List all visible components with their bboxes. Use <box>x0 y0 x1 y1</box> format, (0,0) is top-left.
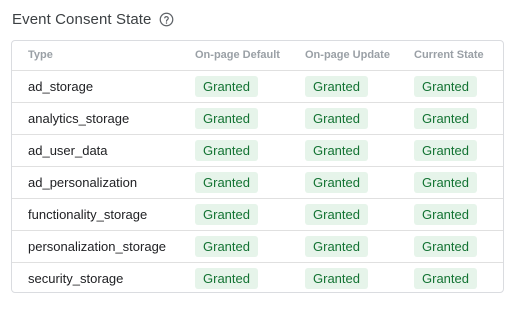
current-state-badge: Granted <box>414 139 477 161</box>
current-state-cell: Granted <box>414 165 503 198</box>
update-state-cell: Granted <box>305 69 414 102</box>
default-state-cell: Granted <box>195 69 305 102</box>
default-state-cell: Granted <box>195 133 305 166</box>
current-state-badge: Granted <box>414 203 477 225</box>
default-state-badge: Granted <box>195 203 258 225</box>
current-state-badge: Granted <box>414 75 477 97</box>
column-header-type: Type <box>28 49 53 62</box>
column-header-current: Current State <box>414 49 484 62</box>
current-state-cell: Granted <box>414 101 503 134</box>
update-state-cell: Granted <box>305 229 414 262</box>
panel-title: Event Consent State <box>12 10 152 28</box>
table-header-row: Type On-page Default On-page Update Curr… <box>12 41 503 70</box>
current-state-cell: Granted <box>414 133 503 166</box>
current-state-cell: Granted <box>414 69 503 102</box>
help-icon[interactable] <box>159 12 174 27</box>
table-row: ad_personalization Granted Granted Granted <box>12 165 503 198</box>
consent-type-cell: ad_storage <box>12 69 195 102</box>
default-state-badge: Granted <box>195 267 258 289</box>
current-state-cell: Granted <box>414 261 503 292</box>
current-state-badge: Granted <box>414 107 477 129</box>
consent-table-card: Type On-page Default On-page Update Curr… <box>11 40 504 293</box>
default-state-badge: Granted <box>195 235 258 257</box>
default-state-cell: Granted <box>195 165 305 198</box>
default-state-cell: Granted <box>195 101 305 134</box>
update-state-cell: Granted <box>305 261 414 292</box>
update-state-badge: Granted <box>305 203 368 225</box>
default-state-cell: Granted <box>195 229 305 262</box>
update-state-cell: Granted <box>305 101 414 134</box>
table-row: functionality_storage Granted Granted Grant… <box>12 197 503 230</box>
consent-type-cell: security_storage <box>12 261 195 292</box>
default-state-badge: Granted <box>195 107 258 129</box>
panel-header: Event Consent State <box>12 8 174 30</box>
default-state-cell: Granted <box>195 261 305 292</box>
table-row: ad_user_data Granted Granted Granted <box>12 133 503 166</box>
current-state-cell: Granted <box>414 229 503 262</box>
table-body: ad_storage Granted Granted Granted analytics… <box>12 69 503 292</box>
column-header-default: On-page Default <box>195 49 280 62</box>
update-state-cell: Granted <box>305 165 414 198</box>
column-header-update: On-page Update <box>305 49 390 62</box>
table-row: personalization_storage Granted Granted Gra… <box>12 229 503 262</box>
update-state-badge: Granted <box>305 139 368 161</box>
default-state-badge: Granted <box>195 75 258 97</box>
table-row: security_storage Granted Granted Granted <box>12 261 503 292</box>
update-state-cell: Granted <box>305 133 414 166</box>
consent-type-cell: ad_personalization <box>12 165 195 198</box>
update-state-badge: Granted <box>305 107 368 129</box>
default-state-badge: Granted <box>195 171 258 193</box>
update-state-cell: Granted <box>305 197 414 230</box>
current-state-badge: Granted <box>414 235 477 257</box>
default-state-cell: Granted <box>195 197 305 230</box>
update-state-badge: Granted <box>305 235 368 257</box>
consent-type-cell: ad_user_data <box>12 133 195 166</box>
current-state-badge: Granted <box>414 171 477 193</box>
consent-table: Type On-page Default On-page Update Curr… <box>12 41 503 292</box>
consent-type-cell: personalization_storage <box>12 229 195 262</box>
table-row: analytics_storage Granted Granted Granted <box>12 101 503 134</box>
consent-type-cell: functionality_storage <box>12 197 195 230</box>
consent-type-cell: analytics_storage <box>12 101 195 134</box>
update-state-badge: Granted <box>305 75 368 97</box>
update-state-badge: Granted <box>305 267 368 289</box>
table-row: ad_storage Granted Granted Granted <box>12 69 503 102</box>
current-state-cell: Granted <box>414 197 503 230</box>
update-state-badge: Granted <box>305 171 368 193</box>
default-state-badge: Granted <box>195 139 258 161</box>
current-state-badge: Granted <box>414 267 477 289</box>
